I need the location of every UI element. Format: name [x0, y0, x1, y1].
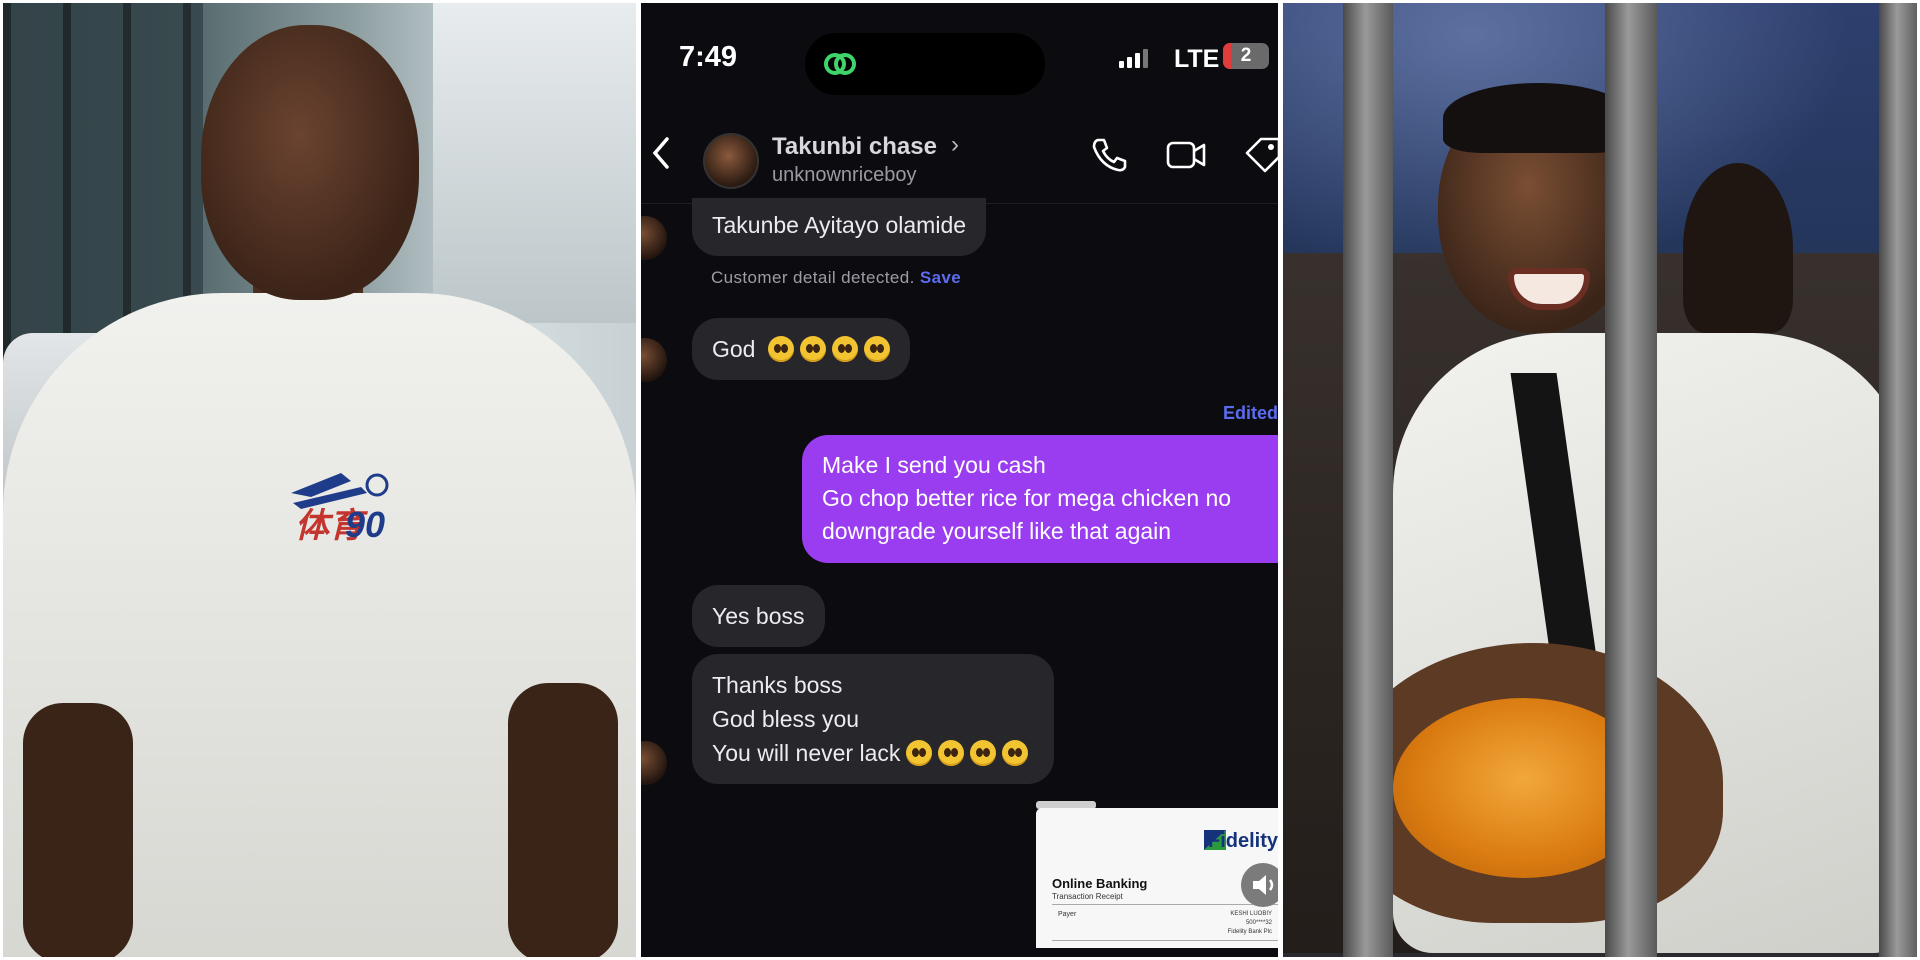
contact-avatar-small: [641, 338, 667, 382]
received-message[interactable]: God: [692, 318, 910, 380]
edited-label: Edited: [1222, 403, 1278, 423]
message-line: You will never lack: [712, 740, 901, 766]
receipt-subtitle: Transaction Receipt: [1052, 892, 1123, 901]
metal-bar: [1343, 3, 1393, 957]
shirt-logo: 体育 90: [291, 473, 389, 545]
customer-detail-text: Customer detail detected.: [711, 268, 915, 287]
message-text: Takunbe Ayitayo olamide: [712, 212, 967, 238]
contact-username[interactable]: unknownriceboy: [772, 164, 917, 187]
contact-name[interactable]: Takunbi chase: [772, 133, 937, 161]
network-label: LTE: [1174, 45, 1220, 73]
right-photo: [1283, 3, 1917, 957]
shirt-logo-number: 90: [345, 504, 385, 545]
chevron-right-icon[interactable]: ›: [951, 131, 959, 159]
sent-message[interactable]: Make I send you cash Go chop better rice…: [802, 435, 1278, 563]
pleading-face-emoji: [970, 740, 997, 766]
pleading-face-emoji: [938, 740, 965, 766]
receipt-image[interactable]: Fidelity Online Banking Transaction Rece…: [1036, 808, 1278, 948]
man-head: [201, 25, 419, 300]
left-photo: 体育 90: [3, 3, 636, 957]
pleading-face-emoji: [767, 336, 794, 362]
metal-bar: [1605, 3, 1657, 957]
back-arrow-icon[interactable]: [647, 133, 675, 173]
pleading-face-emoji: [906, 740, 933, 766]
received-message[interactable]: Takunbe Ayitayo olamide: [692, 198, 987, 256]
receipt-title: Online Banking: [1052, 876, 1148, 891]
contact-avatar-small: [641, 741, 667, 785]
status-bar: 7:49 LTE 2: [641, 3, 1278, 103]
dynamic-island: [805, 33, 1045, 95]
divider: [1052, 940, 1278, 941]
message-text: Yes boss: [712, 603, 805, 629]
pleading-face-emoji: [1002, 740, 1029, 766]
signal-icon: [1119, 49, 1151, 68]
pleading-face-emoji: [799, 336, 826, 362]
pleading-face-emoji: [863, 336, 890, 362]
received-message[interactable]: Thanks boss God bless you You will never…: [692, 654, 1054, 784]
metal-bar: [1879, 3, 1917, 957]
right-arm: [508, 683, 618, 957]
video-call-icon[interactable]: [1165, 135, 1207, 175]
message-line: Make I send you cash: [822, 452, 1046, 478]
message-line: downgrade yourself like that again: [822, 518, 1172, 544]
received-message[interactable]: Yes boss: [692, 585, 825, 647]
message-line: Thanks boss: [712, 672, 843, 698]
contact-avatar-small: [641, 216, 667, 260]
volume-icon[interactable]: [1241, 863, 1278, 907]
message-text: God: [712, 336, 756, 362]
phone-icon[interactable]: [1089, 135, 1129, 175]
pleading-face-emoji: [831, 336, 858, 362]
battery-icon: 2: [1223, 43, 1269, 69]
battery-level: 2: [1240, 45, 1252, 66]
payer-label: Payer: [1058, 911, 1077, 918]
message-line: Go chop better rice for mega chicken no: [822, 485, 1232, 511]
left-arm: [23, 703, 133, 957]
chat-header: Takunbi chase › unknownriceboy: [641, 103, 1278, 204]
customer-detail-notice: Customer detail detected. Save: [711, 268, 961, 288]
tag-icon[interactable]: [1243, 135, 1278, 175]
building: [433, 3, 636, 323]
message-line: God bless you: [712, 706, 860, 732]
bank-value: Fidelity Bank Plc: [1227, 929, 1272, 935]
chat-screenshot: 7:49 LTE 2 Takunbi chase › unknownricebo…: [641, 3, 1278, 957]
bank-name: Fidelity: [1207, 830, 1278, 852]
contact-avatar[interactable]: [703, 133, 759, 189]
payer-value: KESHI LUOBIY: [1230, 911, 1272, 917]
account-value: 500****32: [1245, 920, 1272, 926]
background-person: [1683, 163, 1793, 333]
link-icon: [824, 53, 856, 75]
status-time: 7:49: [679, 41, 738, 73]
save-link[interactable]: Save: [920, 268, 961, 287]
